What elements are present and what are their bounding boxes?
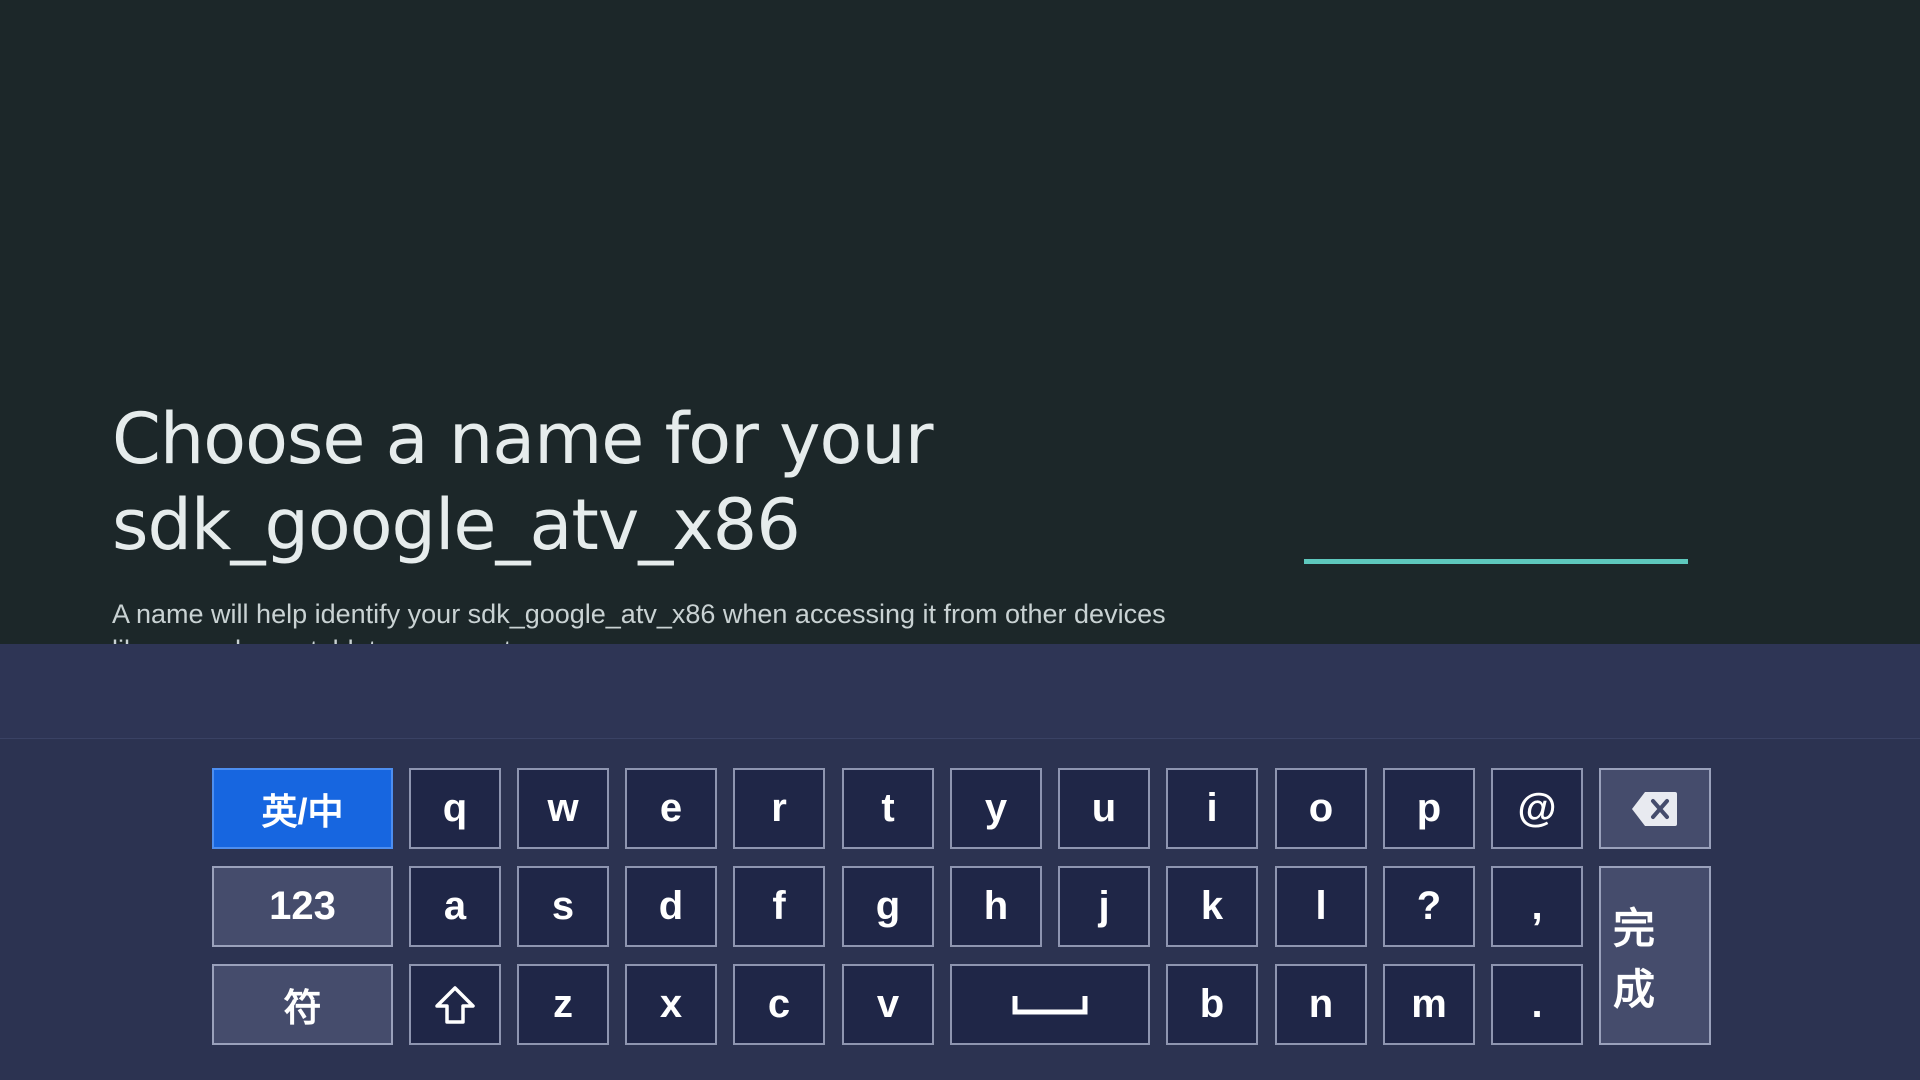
key-y[interactable]: y: [950, 768, 1042, 849]
shift-icon: [433, 985, 477, 1025]
page-title: Choose a name for your sdk_google_atv_x8…: [112, 396, 1112, 568]
on-screen-keyboard: 英/中 q w e r t y u i o p @ 123 a s d f g …: [0, 644, 1920, 1080]
key-d[interactable]: d: [625, 866, 717, 947]
key-question[interactable]: ?: [1383, 866, 1475, 947]
key-x[interactable]: x: [625, 964, 717, 1045]
key-z[interactable]: z: [517, 964, 609, 1045]
key-o[interactable]: o: [1275, 768, 1367, 849]
key-v[interactable]: v: [842, 964, 934, 1045]
symbols-key[interactable]: 符: [212, 964, 393, 1045]
key-j[interactable]: j: [1058, 866, 1150, 947]
backspace-key[interactable]: [1599, 768, 1711, 849]
numbers-key[interactable]: 123: [212, 866, 393, 947]
key-a[interactable]: a: [409, 866, 501, 947]
key-q[interactable]: q: [409, 768, 501, 849]
key-f[interactable]: f: [733, 866, 825, 947]
key-i[interactable]: i: [1166, 768, 1258, 849]
key-c[interactable]: c: [733, 964, 825, 1045]
candidate-bar: [0, 644, 1920, 739]
title-line-2: sdk_google_atv_x86: [112, 484, 801, 566]
done-key[interactable]: 完成: [1599, 866, 1711, 1045]
backspace-icon: [1631, 790, 1679, 828]
language-toggle-key[interactable]: 英/中: [212, 768, 393, 849]
page-description: A name will help identify your sdk_googl…: [112, 599, 1166, 644]
key-w[interactable]: w: [517, 768, 609, 849]
space-icon: [1012, 994, 1088, 1016]
setup-screen: Choose a name for your sdk_google_atv_x8…: [0, 0, 1920, 644]
key-h[interactable]: h: [950, 866, 1042, 947]
key-u[interactable]: u: [1058, 768, 1150, 849]
key-s[interactable]: s: [517, 866, 609, 947]
key-l[interactable]: l: [1275, 866, 1367, 947]
key-b[interactable]: b: [1166, 964, 1258, 1045]
key-k[interactable]: k: [1166, 866, 1258, 947]
device-name-input[interactable]: [1304, 500, 1688, 564]
key-comma[interactable]: ,: [1491, 866, 1583, 947]
title-line-1: Choose a name for your: [112, 398, 934, 480]
key-t[interactable]: t: [842, 768, 934, 849]
key-period[interactable]: .: [1491, 964, 1583, 1045]
key-m[interactable]: m: [1383, 964, 1475, 1045]
key-e[interactable]: e: [625, 768, 717, 849]
space-key[interactable]: [950, 964, 1150, 1045]
key-r[interactable]: r: [733, 768, 825, 849]
shift-key[interactable]: [409, 964, 501, 1045]
key-at[interactable]: @: [1491, 768, 1583, 849]
key-n[interactable]: n: [1275, 964, 1367, 1045]
key-g[interactable]: g: [842, 866, 934, 947]
key-p[interactable]: p: [1383, 768, 1475, 849]
